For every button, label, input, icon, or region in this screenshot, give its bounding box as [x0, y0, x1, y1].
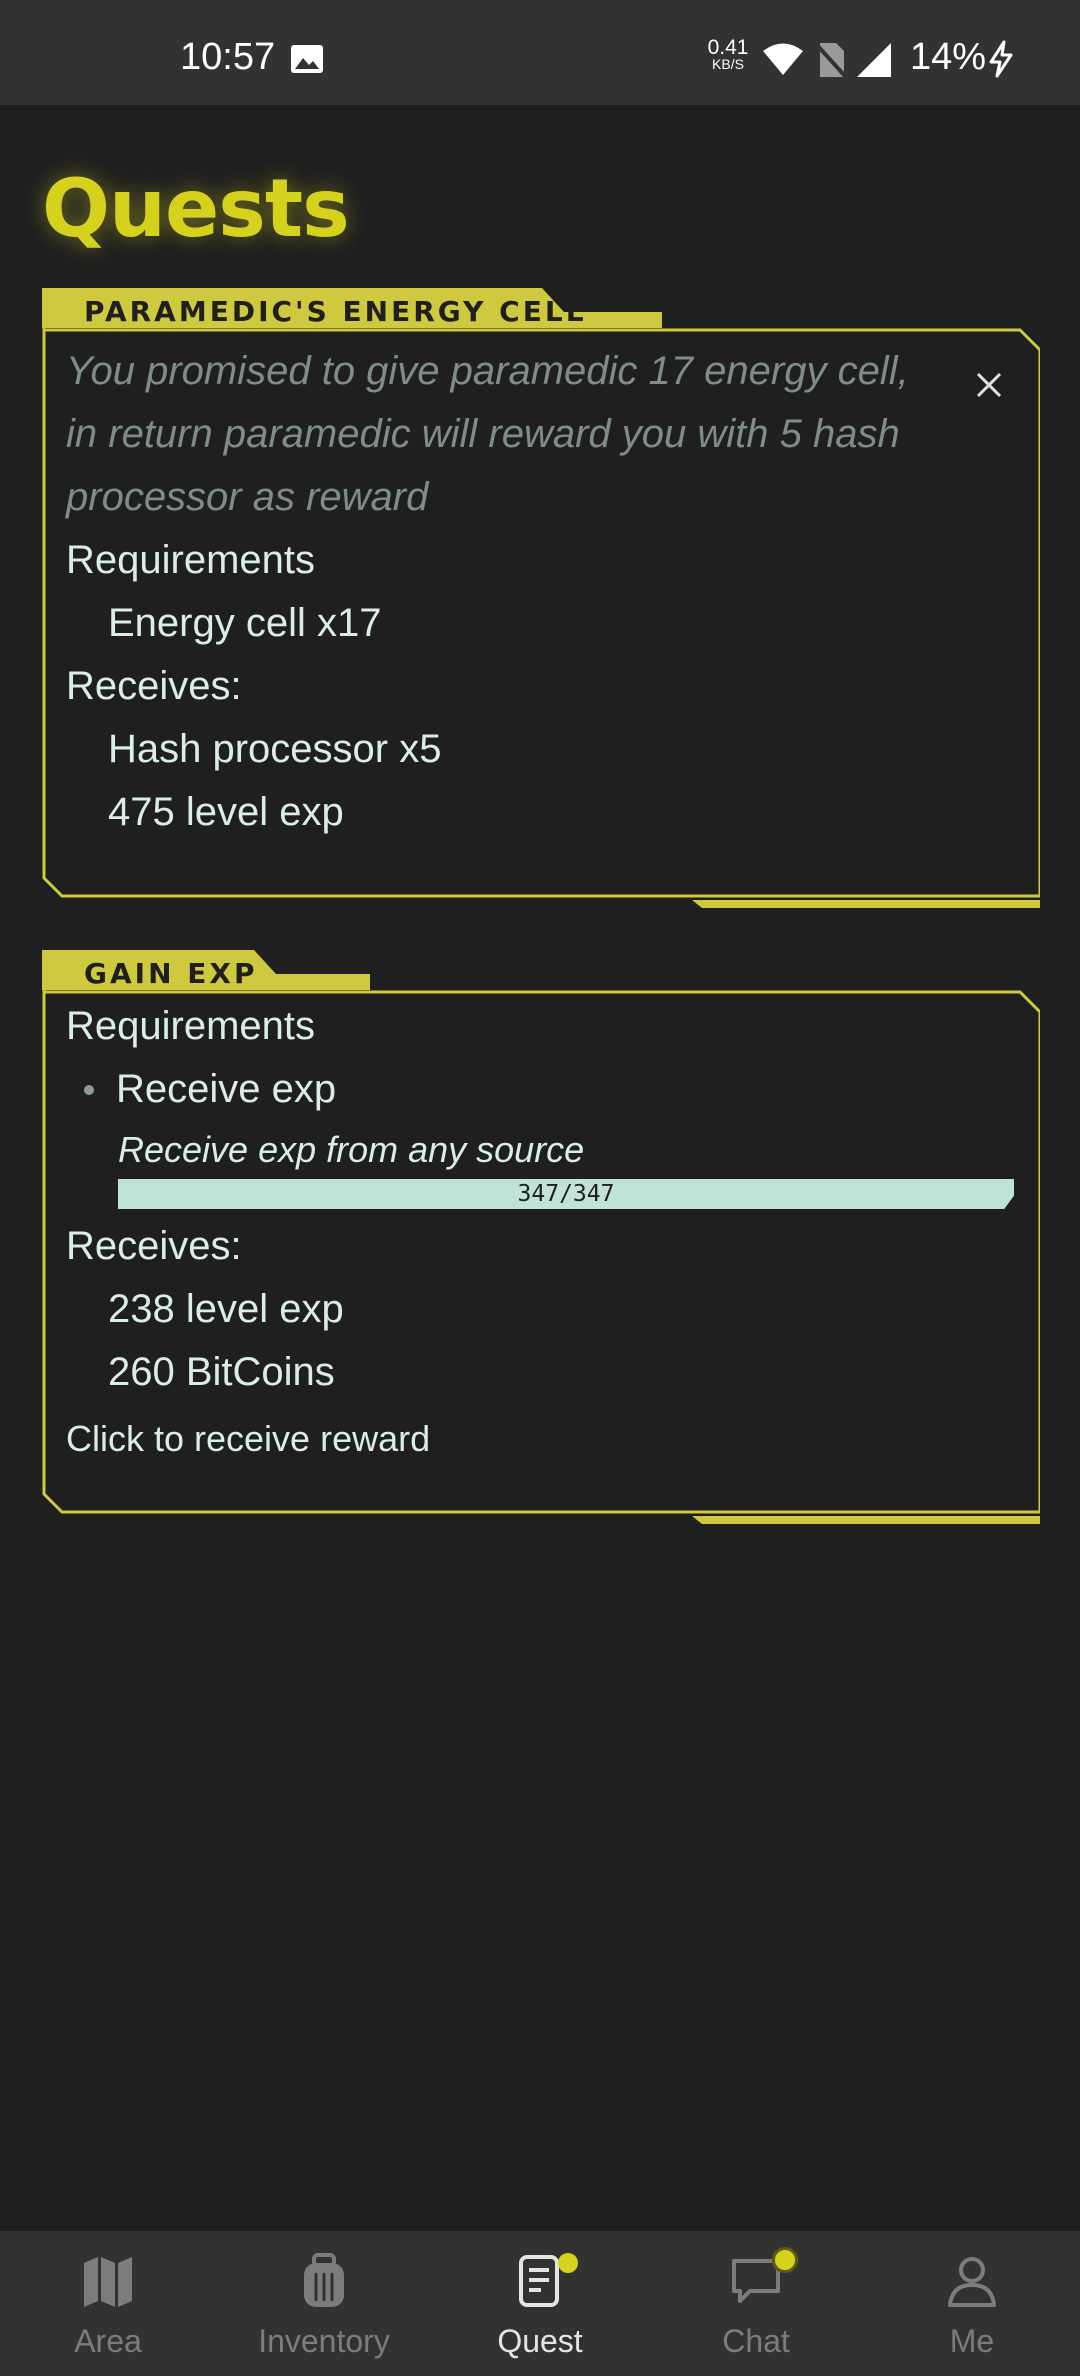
requirements-heading: Requirements — [66, 538, 316, 582]
quest-tab-label: GAIN EXP — [84, 957, 258, 990]
requirement-item: Receive exp — [116, 1067, 337, 1111]
charging-bolt-icon — [989, 40, 1013, 78]
no-sim-icon — [814, 42, 846, 78]
net-speed: 0.41 KB/S — [706, 36, 750, 72]
notification-dot — [558, 2253, 578, 2273]
bullet-icon — [84, 1084, 94, 1095]
receive-reward-button[interactable]: Click to receive reward — [66, 1418, 1016, 1460]
reward-item: 260 BitCoins — [108, 1350, 335, 1394]
nav-label: Me — [949, 2323, 995, 2359]
reward-item: 238 level exp — [108, 1287, 344, 1331]
nav-item-inventory[interactable]: Inventory — [216, 2231, 432, 2376]
page-title: Quests — [42, 162, 350, 255]
progress-bar: 347/347 — [118, 1179, 1014, 1209]
requirement-detail: Receive exp from any source — [118, 1129, 585, 1170]
nav-item-area[interactable]: Area — [0, 2231, 216, 2376]
requirement-row: Receive exp — [66, 1058, 1016, 1121]
person-icon — [948, 2257, 996, 2307]
reward-item: 475 level exp — [108, 790, 344, 834]
nav-item-quest[interactable]: Quest — [432, 2231, 648, 2376]
receives-heading: Receives: — [66, 1224, 242, 1268]
requirement-item: Energy cell x17 — [108, 601, 382, 645]
nav-label: Quest — [497, 2323, 583, 2359]
requirements-heading: Requirements — [66, 1004, 316, 1048]
nav-item-me[interactable]: Me — [864, 2231, 1080, 2376]
quest-card-gain-exp[interactable]: GAIN EXP Requirements Receive exp Receiv… — [42, 950, 1040, 1525]
quest-tab-label: PARAMEDIC'S ENERGY CELL — [84, 295, 587, 328]
status-time: 10:57 — [180, 36, 276, 78]
wifi-icon — [763, 43, 803, 75]
nav-item-chat[interactable]: Chat — [648, 2231, 864, 2376]
net-speed-unit: KB/S — [712, 56, 744, 72]
quest-description: You promised to give paramedic 17 energy… — [66, 349, 909, 519]
bottom-navigation: Area Inventory Quest Chat Me — [0, 2231, 1080, 2376]
nav-label: Chat — [722, 2323, 790, 2359]
nav-label: Area — [74, 2323, 142, 2359]
map-icon — [84, 2257, 132, 2307]
net-speed-value: 0.41 — [707, 36, 749, 59]
status-bar: 10:57 0.41 KB/S 14% — [0, 0, 1080, 105]
backpack-icon — [304, 2253, 344, 2307]
notification-dot — [772, 2247, 798, 2273]
receives-heading: Receives: — [66, 664, 242, 708]
gallery-icon — [291, 45, 323, 73]
signal-icon — [857, 43, 891, 77]
progress-label: 347/347 — [517, 1181, 615, 1207]
reward-item: Hash processor x5 — [108, 727, 442, 771]
quest-card-paramedics-energy-cell[interactable]: PARAMEDIC'S ENERGY CELL You promised to … — [42, 288, 1040, 910]
quest-body: Requirements Receive exp Receive exp fro… — [66, 995, 1016, 1460]
battery-percent: 14% — [910, 36, 987, 78]
nav-label: Inventory — [258, 2323, 390, 2359]
quest-body: You promised to give paramedic 17 energy… — [66, 340, 1016, 844]
